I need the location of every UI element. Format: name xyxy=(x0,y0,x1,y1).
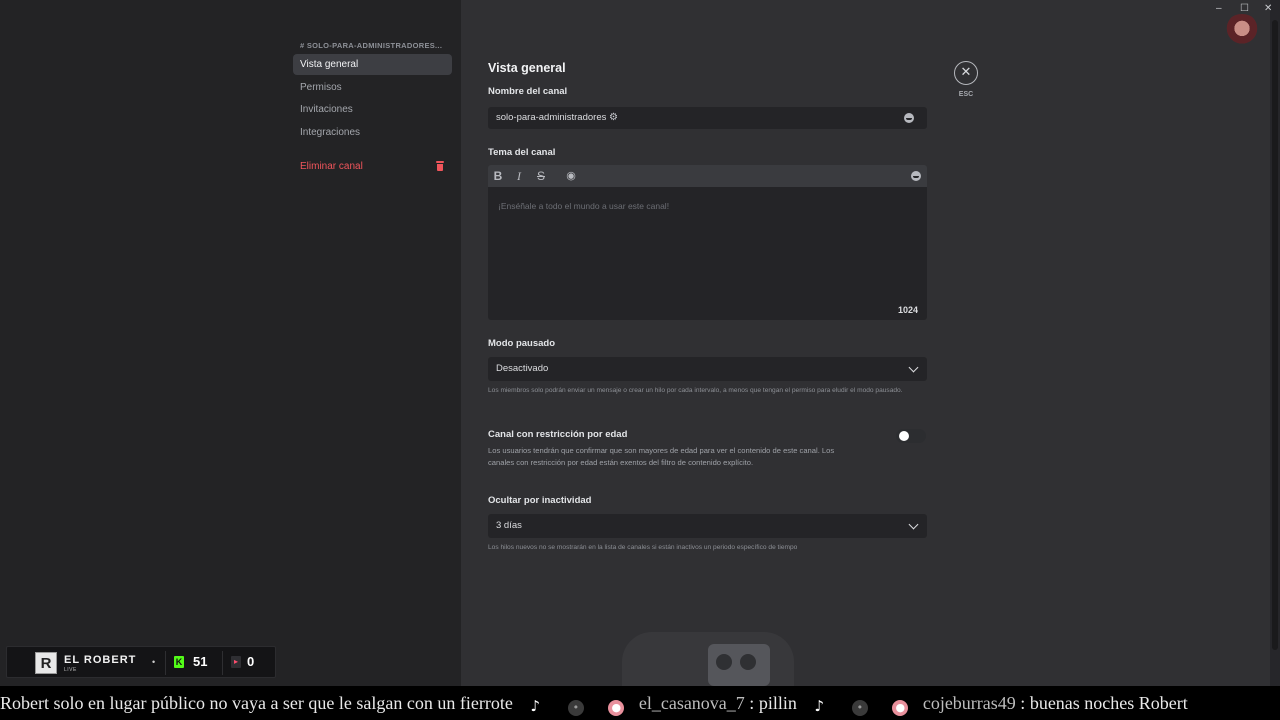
divider xyxy=(222,651,223,675)
slowmode-value: Desactivado xyxy=(496,363,549,374)
delete-channel-label: Eliminar canal xyxy=(300,161,363,172)
ticker-message: buenas noches Robert xyxy=(1029,693,1188,713)
page-title: Vista general xyxy=(488,61,566,75)
ticker-message: Robert solo en lugar público no vaya a s… xyxy=(0,693,513,713)
emoji-icon[interactable] xyxy=(911,171,921,181)
other-viewer-count: 0 xyxy=(247,654,255,669)
gear-icon: ⚙ xyxy=(609,112,618,123)
slowmode-label: Modo pausado xyxy=(488,338,556,349)
sidebar-item-integrations[interactable]: Integraciones xyxy=(293,122,452,143)
ticker-message: pillin xyxy=(758,693,797,713)
ticker-username: cojeburras49 xyxy=(922,693,1016,713)
trash-icon xyxy=(436,161,444,171)
live-label: LIVE xyxy=(64,667,77,673)
age-restricted-label: Canal con restricción por edad xyxy=(488,429,628,440)
hide-inactivity-label: Ocultar por inactividad xyxy=(488,495,592,506)
slowmode-help: Los miembros solo podrán enviar un mensa… xyxy=(488,387,903,394)
hide-inactivity-select[interactable]: 3 días xyxy=(488,514,927,538)
topic-placeholder: ¡Enséñale a todo el mundo a usar este ca… xyxy=(498,201,670,211)
channel-category-header: # SOLO-PARA-ADMINISTRADORES... xyxy=(300,41,443,50)
age-restricted-toggle[interactable] xyxy=(896,429,926,443)
window-close-button[interactable]: ✕ xyxy=(1264,3,1272,14)
sidebar-item-overview[interactable]: Vista general xyxy=(293,54,452,75)
stream-overlay: R EL ROBERT LIVE • K 51 ▸ 0 xyxy=(6,646,276,678)
close-icon: ✕ xyxy=(960,64,972,79)
char-counter: 1024 xyxy=(897,305,918,315)
tiktok-icon: ♪ xyxy=(530,697,541,715)
age-restricted-help: Los usuarios tendrán que confirmar que s… xyxy=(488,446,835,467)
kick-viewer-count: 51 xyxy=(193,654,208,669)
channel-name-value: solo-para-administradores ⚙ xyxy=(496,112,618,123)
channel-name-input[interactable]: solo-para-administradores ⚙ xyxy=(488,107,927,129)
hide-inactivity-help: Los hilos nuevos no se mostrarán en la l… xyxy=(488,544,798,551)
kick-icon: K xyxy=(174,656,184,668)
platform-icon: ▸ xyxy=(231,656,241,668)
chevron-down-icon xyxy=(908,519,919,530)
spoiler-icon[interactable]: ◉ xyxy=(563,168,579,184)
ticker-username: el_casanova_7 xyxy=(638,693,745,713)
channel-name-label: Nombre del canal xyxy=(488,86,568,97)
esc-label: ESC xyxy=(958,91,974,98)
hide-inactivity-value: 3 días xyxy=(496,520,522,531)
bold-icon[interactable]: B xyxy=(490,168,506,184)
divider xyxy=(165,651,166,675)
sidebar-item-permissions[interactable]: Permisos xyxy=(293,77,452,98)
sidebar-item-invites[interactable]: Invitaciones xyxy=(293,99,452,120)
maximize-button[interactable]: ☐ xyxy=(1240,3,1249,14)
ticker-separator: : xyxy=(749,693,755,713)
italic-icon[interactable]: I xyxy=(511,168,527,184)
slowmode-select[interactable]: Desactivado xyxy=(488,357,927,381)
webcam-overlay xyxy=(1224,14,1260,46)
badge-icon: ● xyxy=(608,700,625,716)
delete-channel-button[interactable]: Eliminar canal xyxy=(293,156,452,177)
bot-watermark xyxy=(622,632,794,686)
channel-topic-textarea[interactable]: ¡Enséñale a todo el mundo a usar este ca… xyxy=(488,187,927,320)
chat-ticker: Robert solo en lugar público no vaya a s… xyxy=(0,686,1280,720)
close-button[interactable]: ✕ xyxy=(954,61,978,85)
avatar-icon: • xyxy=(851,700,868,716)
chevron-down-icon xyxy=(908,362,919,373)
badge-icon: ● xyxy=(892,700,909,716)
scrollbar[interactable] xyxy=(1270,0,1280,686)
tiktok-icon: ♪ xyxy=(814,697,825,715)
formatting-toolbar: B I S ◉ xyxy=(488,165,927,187)
avatar-icon: • xyxy=(567,700,584,716)
streamer-name: EL ROBERT xyxy=(64,654,137,666)
settings-content xyxy=(461,0,1270,686)
strikethrough-icon[interactable]: S xyxy=(533,168,549,184)
settings-sidebar: # SOLO-PARA-ADMINISTRADORES... Vista gen… xyxy=(0,0,461,686)
ticker-line: Robert solo en lugar público no vaya a s… xyxy=(0,693,1188,716)
minimize-button[interactable]: – xyxy=(1216,3,1222,14)
channel-logo: R xyxy=(35,652,57,674)
toggle-knob xyxy=(899,431,909,441)
channel-topic-label: Tema del canal xyxy=(488,147,556,158)
emoji-icon[interactable] xyxy=(904,113,914,123)
ticker-separator: : xyxy=(1020,693,1026,713)
separator-dot: • xyxy=(152,657,156,667)
